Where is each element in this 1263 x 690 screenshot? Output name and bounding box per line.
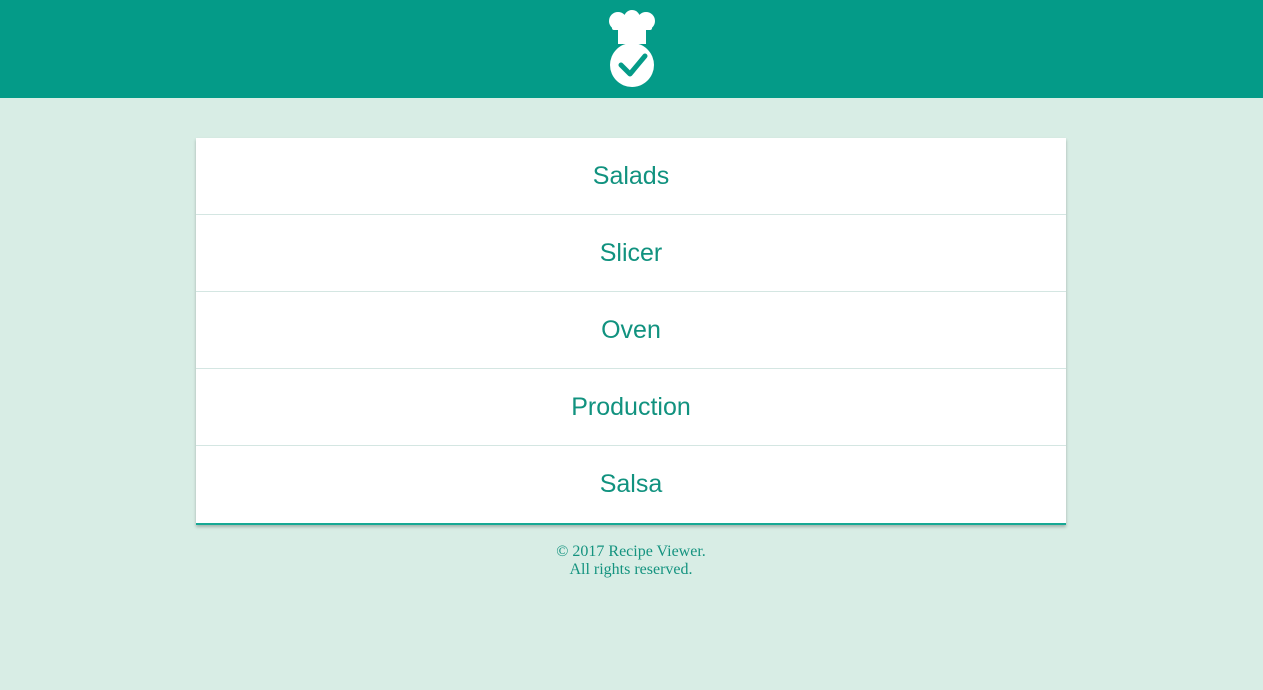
menu-item-label: Slicer [599, 238, 663, 267]
menu-item-label: Production [571, 392, 691, 421]
chef-hat-check-icon[interactable] [604, 10, 660, 88]
menu-item-salsa[interactable]: Salsa [196, 446, 1066, 523]
footer: © 2017 Recipe Viewer. All rights reserve… [196, 543, 1066, 579]
menu-item-label: Salsa [599, 470, 663, 498]
copyright-text: © 2017 Recipe Viewer. [556, 543, 706, 560]
rights-text: All rights reserved. [569, 561, 693, 578]
menu-item-salads[interactable]: Salads [196, 138, 1066, 215]
top-header-bar [0, 0, 1263, 98]
menu-item-oven[interactable]: Oven [196, 292, 1066, 369]
menu-item-label: Salads [592, 161, 670, 190]
menu-item-production[interactable]: Production [196, 369, 1066, 446]
station-menu: Salads Slicer Oven Production Salsa [196, 138, 1066, 525]
menu-item-label: Oven [601, 315, 661, 344]
menu-item-slicer[interactable]: Slicer [196, 215, 1066, 292]
